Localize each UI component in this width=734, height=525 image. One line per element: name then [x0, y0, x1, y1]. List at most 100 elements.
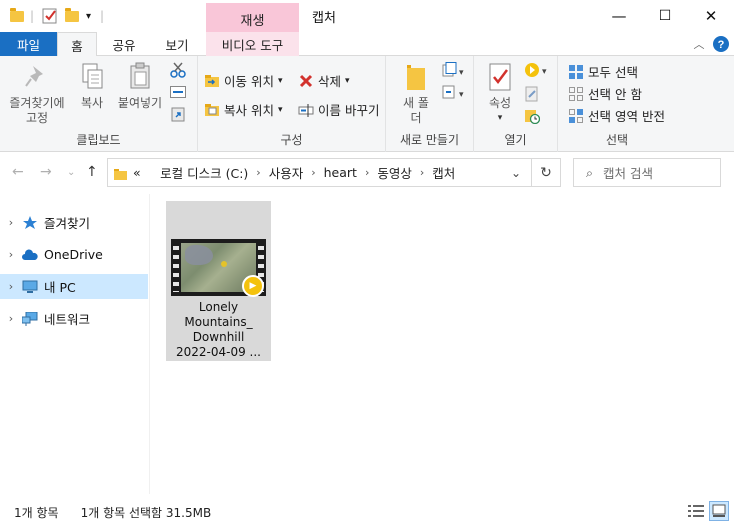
back-arrow-icon[interactable]: ← — [12, 164, 24, 180]
film-strip-icon — [173, 243, 179, 292]
move-to-label: 이동 위치 — [224, 74, 274, 89]
new-folder-button[interactable]: 새 폴더 — [398, 62, 434, 126]
search-placeholder: 캡처 검색 — [603, 166, 653, 181]
expand-chevron-icon[interactable]: › — [0, 248, 22, 261]
clipboard-group-label: 클립보드 — [76, 133, 121, 147]
nav-item-label: 즐겨찾기 — [44, 216, 91, 231]
copy-button[interactable]: 복사 — [74, 62, 110, 111]
paste-shortcut-icon[interactable] — [170, 106, 186, 122]
breadcrumb-users[interactable]: 사용자 — [269, 163, 304, 182]
delete-button[interactable]: 삭제 ▾ — [298, 71, 350, 90]
edit-icon[interactable] — [524, 86, 540, 102]
svg-text:▾: ▾ — [542, 67, 547, 77]
group-new: 새 폴더 ▾ ▾ 새로 만들기 — [386, 56, 474, 152]
properties-label: 속성 — [488, 96, 512, 110]
expand-chevron-icon[interactable]: › — [0, 216, 22, 229]
select-all-label: 모두 선택 — [588, 65, 638, 80]
new-group-label: 새로 만들기 — [399, 133, 459, 147]
invert-selection-button[interactable]: 선택 영역 반전 — [568, 106, 665, 125]
rename-button[interactable]: 이름 바꾸기 — [298, 100, 379, 119]
tab-file[interactable]: 파일 — [0, 32, 57, 56]
new-folder-qa-icon[interactable] — [65, 7, 79, 25]
nav-item-network[interactable]: › 네트워크 — [0, 306, 148, 331]
paste-icon — [127, 62, 153, 92]
delete-x-icon — [298, 73, 314, 89]
move-to-button[interactable]: 이동 위치 ▾ — [204, 71, 283, 90]
properties-icon — [487, 62, 513, 92]
recent-locations-icon[interactable]: ⌄ — [67, 167, 75, 178]
breadcrumb-separator: › — [364, 166, 370, 179]
copy-icon — [79, 62, 105, 92]
nav-item-onedrive[interactable]: › OneDrive — [0, 242, 148, 267]
file-name-line: Downhill — [192, 330, 245, 344]
tab-video-tools[interactable]: 비디오 도구 — [206, 32, 299, 56]
context-tab-header: 재생 — [206, 3, 299, 32]
up-arrow-icon[interactable]: ↑ — [86, 164, 98, 180]
breadcrumb-overflow[interactable]: « — [133, 165, 141, 180]
new-item-icon[interactable]: ▾ — [442, 62, 466, 78]
copy-to-dropdown-icon: ▾ — [277, 104, 283, 115]
select-none-button[interactable]: 선택 안 함 — [568, 84, 642, 103]
select-all-icon — [568, 64, 584, 80]
collapse-ribbon-icon[interactable]: ︿ — [690, 32, 708, 56]
pin-icon — [24, 62, 50, 92]
new-folder-label: 새 폴더 — [403, 96, 429, 125]
expand-chevron-icon[interactable]: › — [0, 280, 22, 293]
file-name-line: 2022-04-09 ... — [176, 345, 261, 359]
search-input[interactable]: ⌕ 캡처 검색 — [573, 158, 721, 187]
window-title: 캡처 — [312, 11, 336, 26]
copy-to-button[interactable]: 복사 위치 ▾ — [204, 100, 283, 119]
pin-quick-access-button[interactable]: 즐겨찾기에 고정 — [4, 62, 70, 126]
breadcrumb-local-disk[interactable]: 로컬 디스크 (C:) — [160, 163, 248, 182]
rename-icon — [298, 102, 314, 118]
network-icon — [21, 311, 38, 326]
computer-icon — [22, 280, 38, 294]
address-bar[interactable]: « 로컬 디스크 (C:) › 사용자 › heart › 동영상 › 캡처 ⌄ — [107, 158, 532, 187]
paste-button[interactable]: 붙여넣기 — [114, 62, 166, 111]
copy-path-icon[interactable] — [170, 86, 186, 98]
expand-chevron-icon[interactable]: › — [0, 312, 22, 325]
properties-check-icon[interactable] — [42, 7, 58, 25]
breadcrumb-captures[interactable]: 캡처 — [432, 163, 455, 182]
easy-access-icon[interactable]: ▾ — [442, 84, 466, 100]
item-count: 1개 항목 — [14, 506, 59, 520]
tab-share[interactable]: 공유 — [104, 32, 144, 56]
selection-info: 1개 항목 선택함 31.5MB — [80, 506, 212, 520]
file-name-line: Lonely — [198, 300, 239, 314]
cut-icon[interactable] — [170, 62, 186, 78]
breadcrumb-videos[interactable]: 동영상 — [377, 163, 412, 182]
cloud-icon — [22, 248, 38, 262]
address-dropdown-icon[interactable]: ⌄ — [511, 166, 521, 180]
breadcrumb-separator: › — [419, 166, 425, 179]
minimize-button[interactable]: — — [596, 0, 642, 32]
forward-arrow-icon[interactable]: → — [40, 164, 52, 180]
help-icon[interactable]: ? — [712, 32, 730, 56]
customize-qa-icon[interactable]: ▾ — [86, 7, 91, 25]
maximize-button[interactable]: ☐ — [642, 0, 688, 32]
details-view-icon[interactable] — [686, 501, 706, 521]
select-all-button[interactable]: 모두 선택 — [568, 62, 638, 81]
copy-to-label: 복사 위치 — [224, 103, 274, 118]
close-button[interactable]: ✕ — [688, 0, 734, 32]
history-icon[interactable] — [524, 108, 540, 124]
breadcrumb-separator: › — [256, 166, 261, 179]
refresh-icon[interactable]: ↻ — [532, 158, 561, 187]
pin-quick-access-label: 즐겨찾기에 고정 — [9, 96, 65, 125]
properties-button[interactable]: 속성 ▾ — [480, 62, 520, 126]
nav-item-this-pc[interactable]: › 내 PC — [0, 274, 148, 299]
navigation-pane: › 즐겨찾기 › OneDrive › 내 PC › 네트워크 — [0, 194, 150, 494]
open-with-icon[interactable]: ▾ — [524, 62, 550, 78]
copy-folder-icon — [204, 102, 220, 118]
properties-dropdown-icon: ▾ — [497, 113, 503, 123]
nav-item-quick-access[interactable]: › 즐겨찾기 — [0, 210, 148, 235]
breadcrumb-heart[interactable]: heart — [324, 165, 357, 180]
copy-label: 복사 — [80, 96, 104, 110]
move-folder-icon — [204, 73, 220, 89]
tab-view[interactable]: 보기 — [155, 32, 199, 56]
tab-home[interactable]: 홈 — [57, 32, 97, 57]
large-icons-view-icon[interactable] — [709, 501, 729, 521]
group-clipboard: 즐겨찾기에 고정 복사 붙여넣기 클립보드 — [0, 56, 198, 152]
file-item-video[interactable]: ▶ Lonely Mountains_ Downhill 2022-04-09 … — [166, 201, 271, 361]
select-group-label: 선택 — [605, 133, 629, 147]
select-none-icon — [568, 86, 584, 102]
